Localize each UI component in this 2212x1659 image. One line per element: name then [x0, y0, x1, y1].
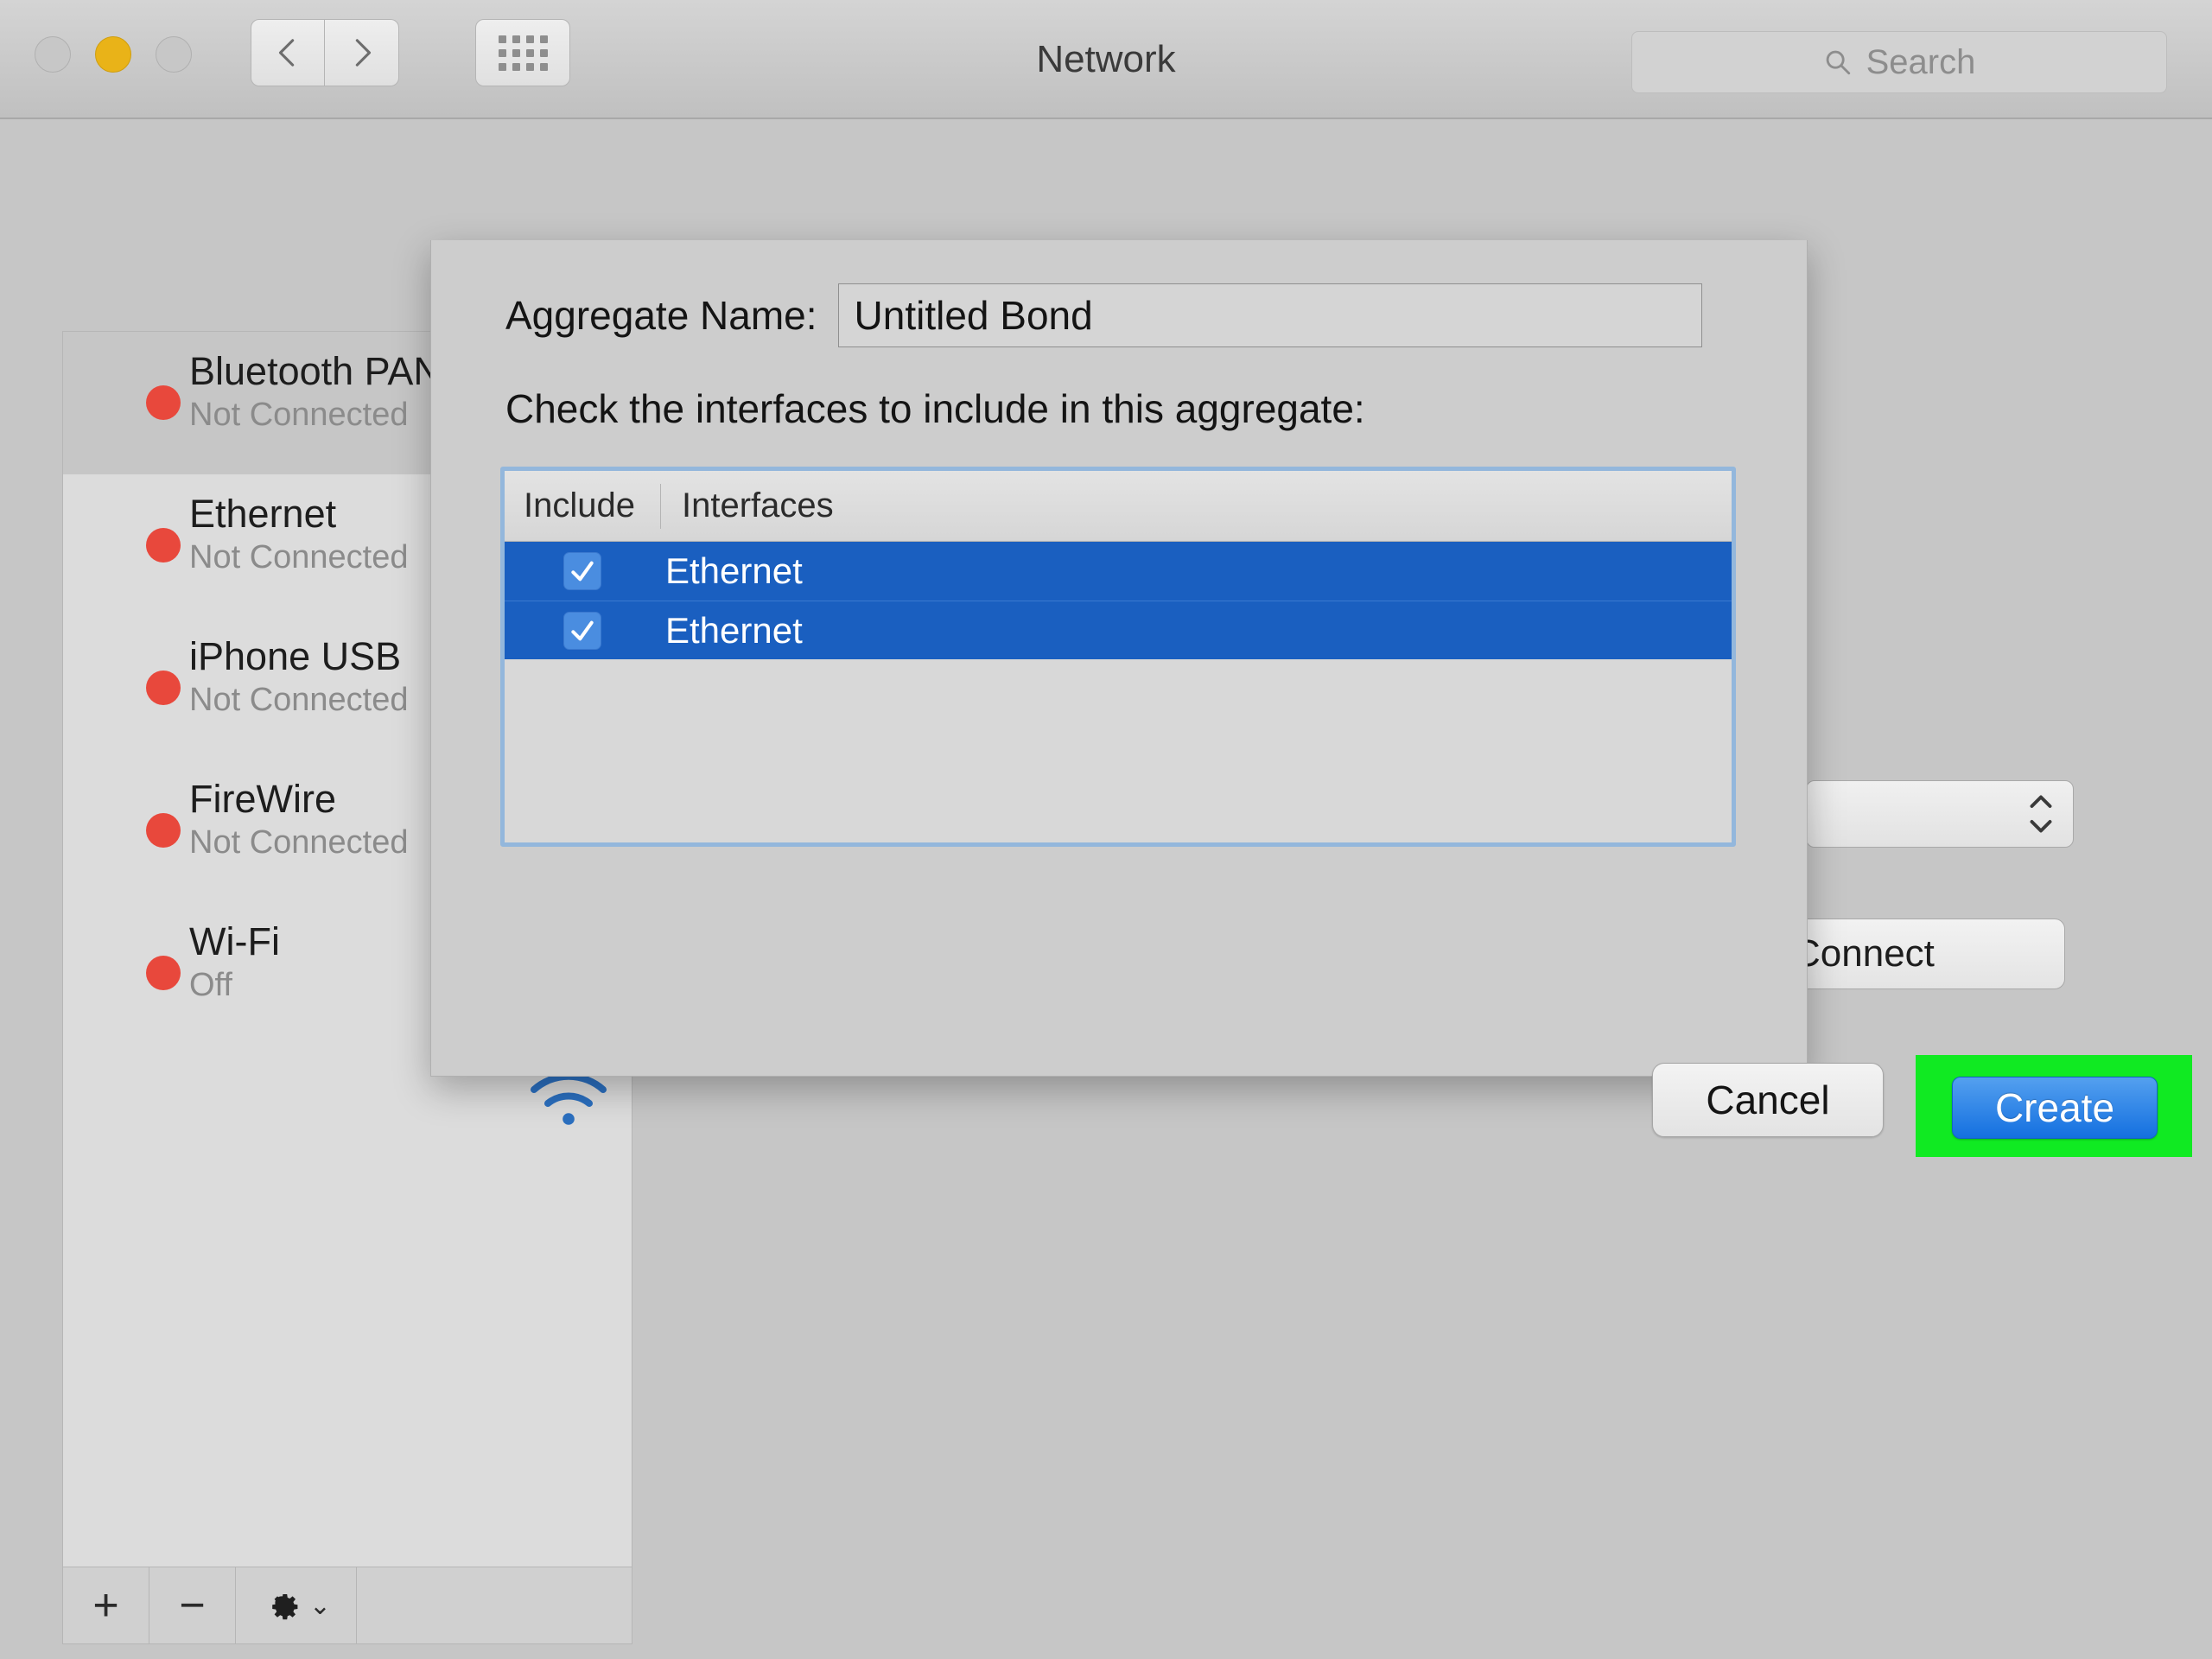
cancel-button[interactable]: Cancel: [1652, 1063, 1884, 1137]
include-checkbox[interactable]: [563, 611, 601, 650]
aggregate-name-input[interactable]: Untitled Bond: [837, 283, 1702, 347]
search-icon: [1826, 50, 1850, 75]
search-input[interactable]: Search: [1631, 31, 2167, 93]
interface-list-toolbar: + − ⌄: [62, 1567, 632, 1644]
interface-actions-button[interactable]: ⌄: [236, 1567, 357, 1643]
network-popup-menu[interactable]: [1806, 780, 2074, 848]
gear-icon: [272, 1594, 298, 1620]
status-dot: [146, 385, 181, 420]
status-dot: [146, 956, 181, 990]
interfaces-table[interactable]: Include Interfaces Ethernet Ethernet: [500, 467, 1736, 847]
include-cell[interactable]: [505, 611, 660, 650]
checkmark-icon: [571, 561, 594, 582]
column-header-interfaces: Interfaces: [682, 486, 834, 524]
include-checkbox[interactable]: [563, 552, 601, 590]
column-header-include: Include: [524, 486, 635, 524]
table-row[interactable]: Ethernet: [505, 542, 1732, 601]
checkmark-icon: [571, 620, 594, 640]
interface-cell: Ethernet: [665, 609, 803, 651]
column-divider: [660, 483, 661, 529]
table-header: Include Interfaces: [505, 471, 1732, 542]
status-dot: [146, 671, 181, 705]
app-window: Network Search Bluetooth PAN Not Connect…: [0, 0, 2212, 1659]
search-placeholder: Search: [1866, 42, 1976, 81]
status-dot: [146, 528, 181, 563]
preferences-body: Bluetooth PAN Not Connected Ethernet Not…: [0, 119, 2212, 1659]
connect-button[interactable]: Connect: [1771, 918, 2065, 989]
status-dot: [146, 813, 181, 848]
sheet-instruction: Check the interfaces to include in this …: [505, 386, 1365, 431]
chevron-down-icon: ⌄: [308, 1591, 332, 1620]
aggregate-name-row: Aggregate Name: Untitled Bond: [505, 283, 1702, 347]
wifi-icon: [527, 1070, 610, 1135]
include-cell[interactable]: [505, 552, 660, 590]
window-titlebar: Network Search: [0, 0, 2212, 119]
create-button[interactable]: Create: [1952, 1077, 2158, 1139]
remove-interface-button[interactable]: −: [149, 1567, 236, 1643]
create-aggregate-sheet: Aggregate Name: Untitled Bond Check the …: [430, 240, 2192, 1157]
table-row[interactable]: Ethernet: [505, 601, 1732, 659]
add-interface-button[interactable]: +: [63, 1567, 149, 1643]
interface-cell: Ethernet: [665, 550, 803, 591]
stepper-chevrons-icon: [2028, 793, 2054, 836]
aggregate-name-label: Aggregate Name:: [505, 293, 817, 338]
